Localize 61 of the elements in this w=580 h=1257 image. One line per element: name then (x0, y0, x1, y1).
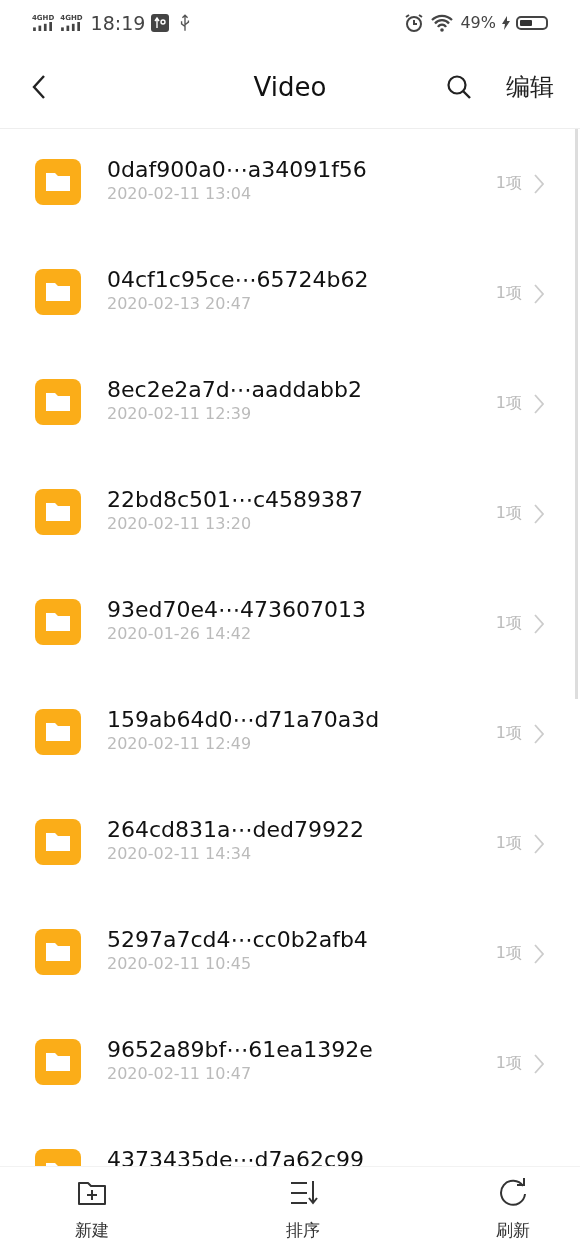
item-count: 1项 (495, 393, 522, 414)
chevron-icon (534, 614, 544, 634)
folder-icon (35, 489, 81, 535)
toolbar-button[interactable]: 排序 (285, 1167, 320, 1257)
folder-name[interactable]: 04cf1c95ce⋯65724b62 (107, 267, 496, 292)
item-count: 1项 (495, 613, 522, 634)
folder-date: 2020-02-13 20:47 (107, 294, 253, 313)
folder-icon (35, 599, 81, 645)
battery-icon (516, 15, 548, 30)
chevron-icon (534, 724, 544, 744)
folder-icon (35, 819, 81, 865)
folder-icon (35, 1039, 81, 1085)
chevron-icon (534, 1054, 544, 1074)
folder-name[interactable]: 5297a7cd4⋯cc0b2afb4 (107, 927, 496, 952)
item-count: 1项 (495, 723, 522, 744)
chevron-icon (534, 394, 544, 414)
chevron-icon (534, 944, 544, 964)
folder-date: 2020-02-11 13:04 (107, 184, 253, 203)
clock-time: 18:19 (90, 11, 146, 34)
folder-date: 2020-02-11 12:49 (107, 734, 253, 753)
chevron-icon (534, 504, 544, 524)
item-count: 1项 (495, 1053, 522, 1074)
folder-icon (35, 159, 81, 205)
item-count: 1项 (495, 173, 522, 194)
chevron-icon (534, 834, 544, 854)
item-count: 1项 (495, 503, 522, 524)
edit-button[interactable]: 编辑 (506, 70, 554, 103)
signal-icon (60, 22, 83, 31)
search-icon[interactable] (446, 73, 472, 100)
folder-name[interactable]: 22bd8c501⋯c4589387 (107, 487, 496, 512)
folder-name[interactable]: 159ab64d0⋯d71a70a3d (107, 707, 496, 732)
chevron-icon (534, 174, 544, 194)
toolbar-button[interactable]: 刷新 (496, 1167, 530, 1257)
usb-icon (179, 13, 192, 32)
page-title: Video (252, 71, 328, 102)
folder-icon (35, 709, 81, 755)
folder-icon (35, 379, 81, 425)
charging-icon (502, 15, 510, 30)
folder-date: 2020-02-11 13:20 (107, 514, 253, 533)
folder-name[interactable]: 0daf900a0⋯a34091f56 (107, 157, 496, 182)
toolbar-button[interactable]: 新建 (75, 1167, 109, 1257)
folder-icon (35, 269, 81, 315)
folder-date: 2020-02-11 14:34 (107, 844, 253, 863)
chevron-icon (534, 284, 544, 304)
folder-date: 2020-02-11 12:39 (107, 404, 253, 423)
item-count: 1项 (495, 283, 522, 304)
signal-icon (32, 22, 55, 31)
folder-date: 2020-02-11 10:47 (107, 1064, 253, 1083)
folder-date: 2020-02-11 10:45 (107, 954, 253, 973)
folder-icon (35, 929, 81, 975)
alarm-icon (404, 12, 425, 33)
folder-name[interactable]: 93ed70e4⋯473607013 (107, 597, 496, 622)
folder-date: 2020-01-26 14:42 (107, 624, 253, 643)
battery-percent: 49% (460, 13, 496, 32)
item-count: 1项 (495, 833, 522, 854)
folder-name[interactable]: 8ec2e2a7d⋯aaddabb2 (107, 377, 496, 402)
item-count: 1项 (495, 943, 522, 964)
wifi-icon (430, 13, 455, 32)
folder-name[interactable]: 9652a89bf⋯61ea1392e (107, 1037, 496, 1062)
refresh-icon (497, 1177, 529, 1209)
folder-name[interactable]: 264cd831a⋯ded79922 (107, 817, 496, 842)
